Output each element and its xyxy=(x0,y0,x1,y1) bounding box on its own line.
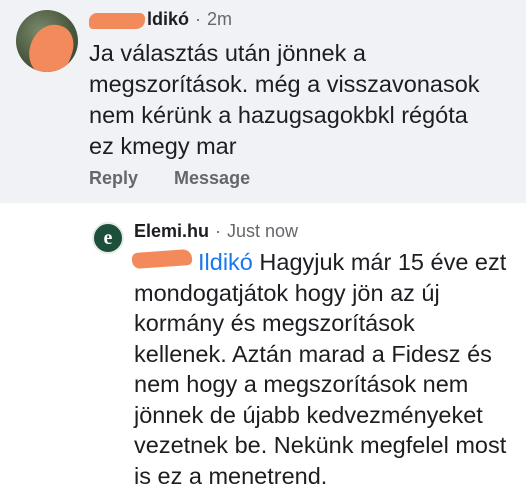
page-avatar[interactable]: e xyxy=(92,222,124,254)
reply-body: Hagyjuk már 15 éve ezt mondogatjátok hog… xyxy=(134,249,507,489)
reply-header: Elemi.hu · Just now xyxy=(134,218,298,244)
avatar-letter: e xyxy=(103,226,113,249)
comment-text: Ja választás után jönnek a megszorítások… xyxy=(89,40,480,159)
redaction-mark xyxy=(22,18,78,72)
mention-link[interactable]: Ildikó xyxy=(131,248,253,275)
comment-actions: Reply Message xyxy=(89,168,250,189)
reply-button[interactable]: Reply xyxy=(89,168,138,189)
comment-header: ldikó · 2m xyxy=(89,6,232,32)
reply-text: Ildikó Hagyjuk már 15 éve ezt mondogatjá… xyxy=(131,247,514,491)
reply-author[interactable]: Elemi.hu xyxy=(134,221,209,242)
redaction-mark xyxy=(89,12,145,29)
comment-author[interactable]: ldikó xyxy=(89,9,189,30)
reply-timestamp[interactable]: Just now xyxy=(227,221,298,242)
redaction-mark xyxy=(131,248,193,270)
comment-block: ldikó · 2m Ja választás után jönnek a me… xyxy=(0,0,526,203)
separator-dot: · xyxy=(195,8,202,29)
separator-dot: · xyxy=(215,220,222,241)
comment-timestamp[interactable]: 2m xyxy=(207,9,232,30)
message-button[interactable]: Message xyxy=(174,168,250,189)
avatar[interactable] xyxy=(16,10,78,72)
